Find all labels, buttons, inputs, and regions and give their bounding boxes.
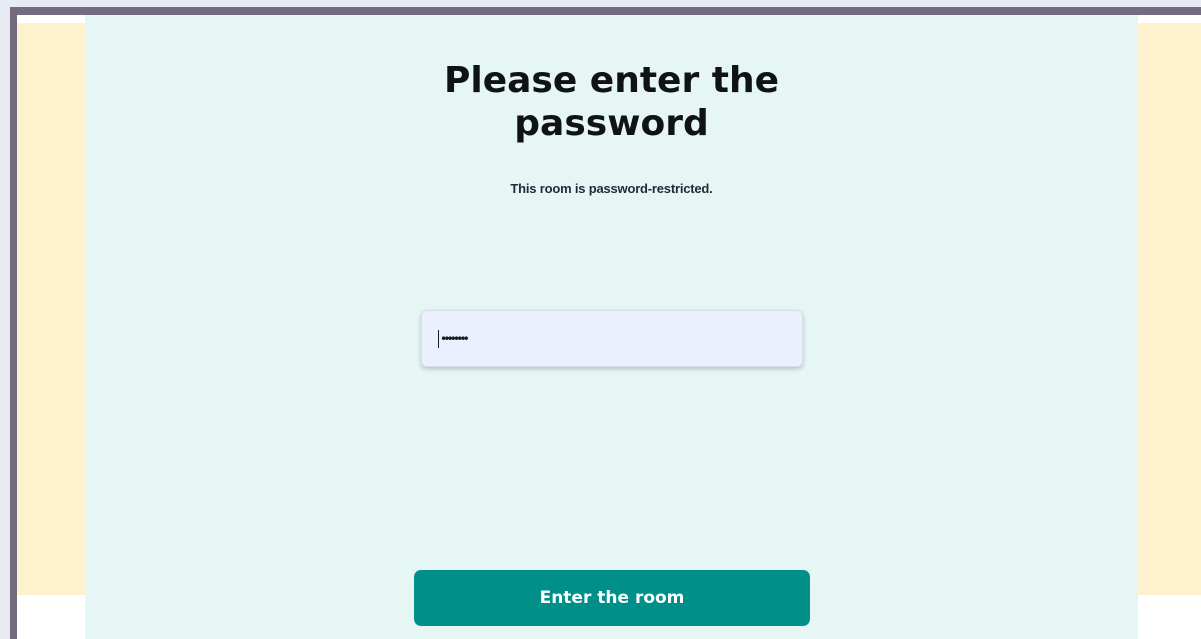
- text-caret: [438, 329, 439, 348]
- page-title: Please enter the password: [85, 59, 1138, 145]
- browser-window: Please enter the password This room is p…: [10, 7, 1201, 639]
- page-title-line-1: Please enter the: [443, 60, 780, 101]
- page-title-line-2: password: [514, 103, 709, 144]
- password-mask: ••••••••: [440, 331, 470, 346]
- password-dialog: Please enter the password This room is p…: [85, 15, 1138, 639]
- password-input[interactable]: ••••••••: [421, 310, 803, 367]
- restriction-message: This room is password-restricted.: [510, 181, 713, 196]
- enter-room-button[interactable]: Enter the room: [414, 570, 810, 626]
